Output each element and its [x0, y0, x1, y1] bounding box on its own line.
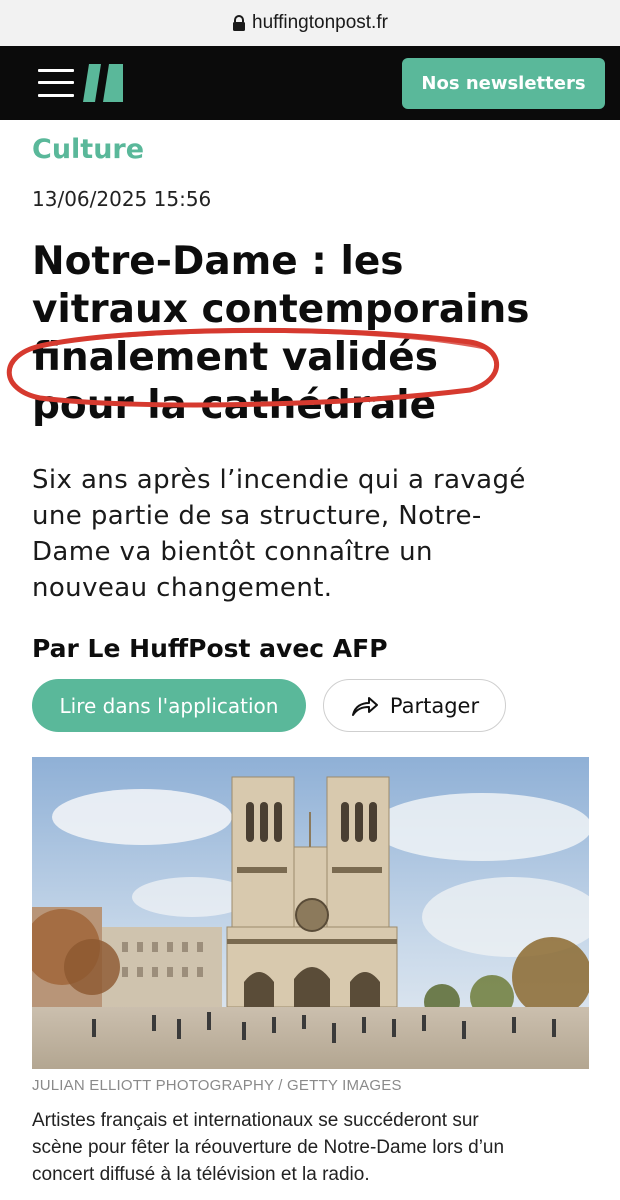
article-date: 13/06/2025 15:56: [32, 187, 212, 211]
share-label: Partager: [389, 693, 480, 718]
caption-line: scène pour fêter la réouverture de Notre…: [32, 1137, 505, 1158]
cathedral-image: [32, 757, 589, 1069]
share-button[interactable]: Partager: [323, 679, 506, 732]
newsletters-button[interactable]: Nos newsletters: [402, 58, 605, 109]
headline-line: vitraux contemporains: [32, 287, 530, 332]
article-subheading: Six ans après l’incendie qui a ravagé un…: [32, 462, 592, 606]
site-header: Nos newsletters: [0, 46, 620, 120]
headline-line: pour la cathédrale: [32, 383, 437, 428]
subhead-line: Dame va bientôt connaître un: [32, 537, 433, 567]
notre-dame-photo[interactable]: [32, 757, 589, 1069]
article-category[interactable]: Culture: [32, 134, 144, 165]
headline-line: Notre-Dame : les: [32, 239, 404, 284]
article-byline: Par Le HuffPost avec AFP: [32, 634, 388, 663]
article-headline: Notre-Dame : les vitraux contemporains f…: [32, 238, 592, 430]
huffpost-logo-icon[interactable]: [83, 64, 123, 102]
hamburger-menu-icon[interactable]: [38, 67, 74, 99]
read-in-app-button[interactable]: Lire dans l'application: [32, 679, 306, 732]
headline-line: finalement validés: [32, 335, 438, 380]
photo-caption: Artistes français et internationaux se s…: [32, 1107, 592, 1188]
share-arrow-icon: [351, 696, 378, 716]
browser-url: huffingtonpost.fr: [252, 12, 388, 33]
browser-address-bar[interactable]: huffingtonpost.fr: [0, 0, 620, 46]
caption-line: concert diffusé à la télévision et la ra…: [32, 1164, 370, 1185]
subhead-line: nouveau changement.: [32, 573, 333, 603]
caption-line: Artistes français et internationaux se s…: [32, 1110, 479, 1131]
photo-credit: JULIAN ELLIOTT PHOTOGRAPHY / GETTY IMAGE…: [32, 1077, 402, 1094]
subhead-line: Six ans après l’incendie qui a ravagé: [32, 465, 526, 495]
subhead-line: une partie de sa structure, Notre-: [32, 501, 482, 531]
lock-icon: [233, 15, 246, 31]
